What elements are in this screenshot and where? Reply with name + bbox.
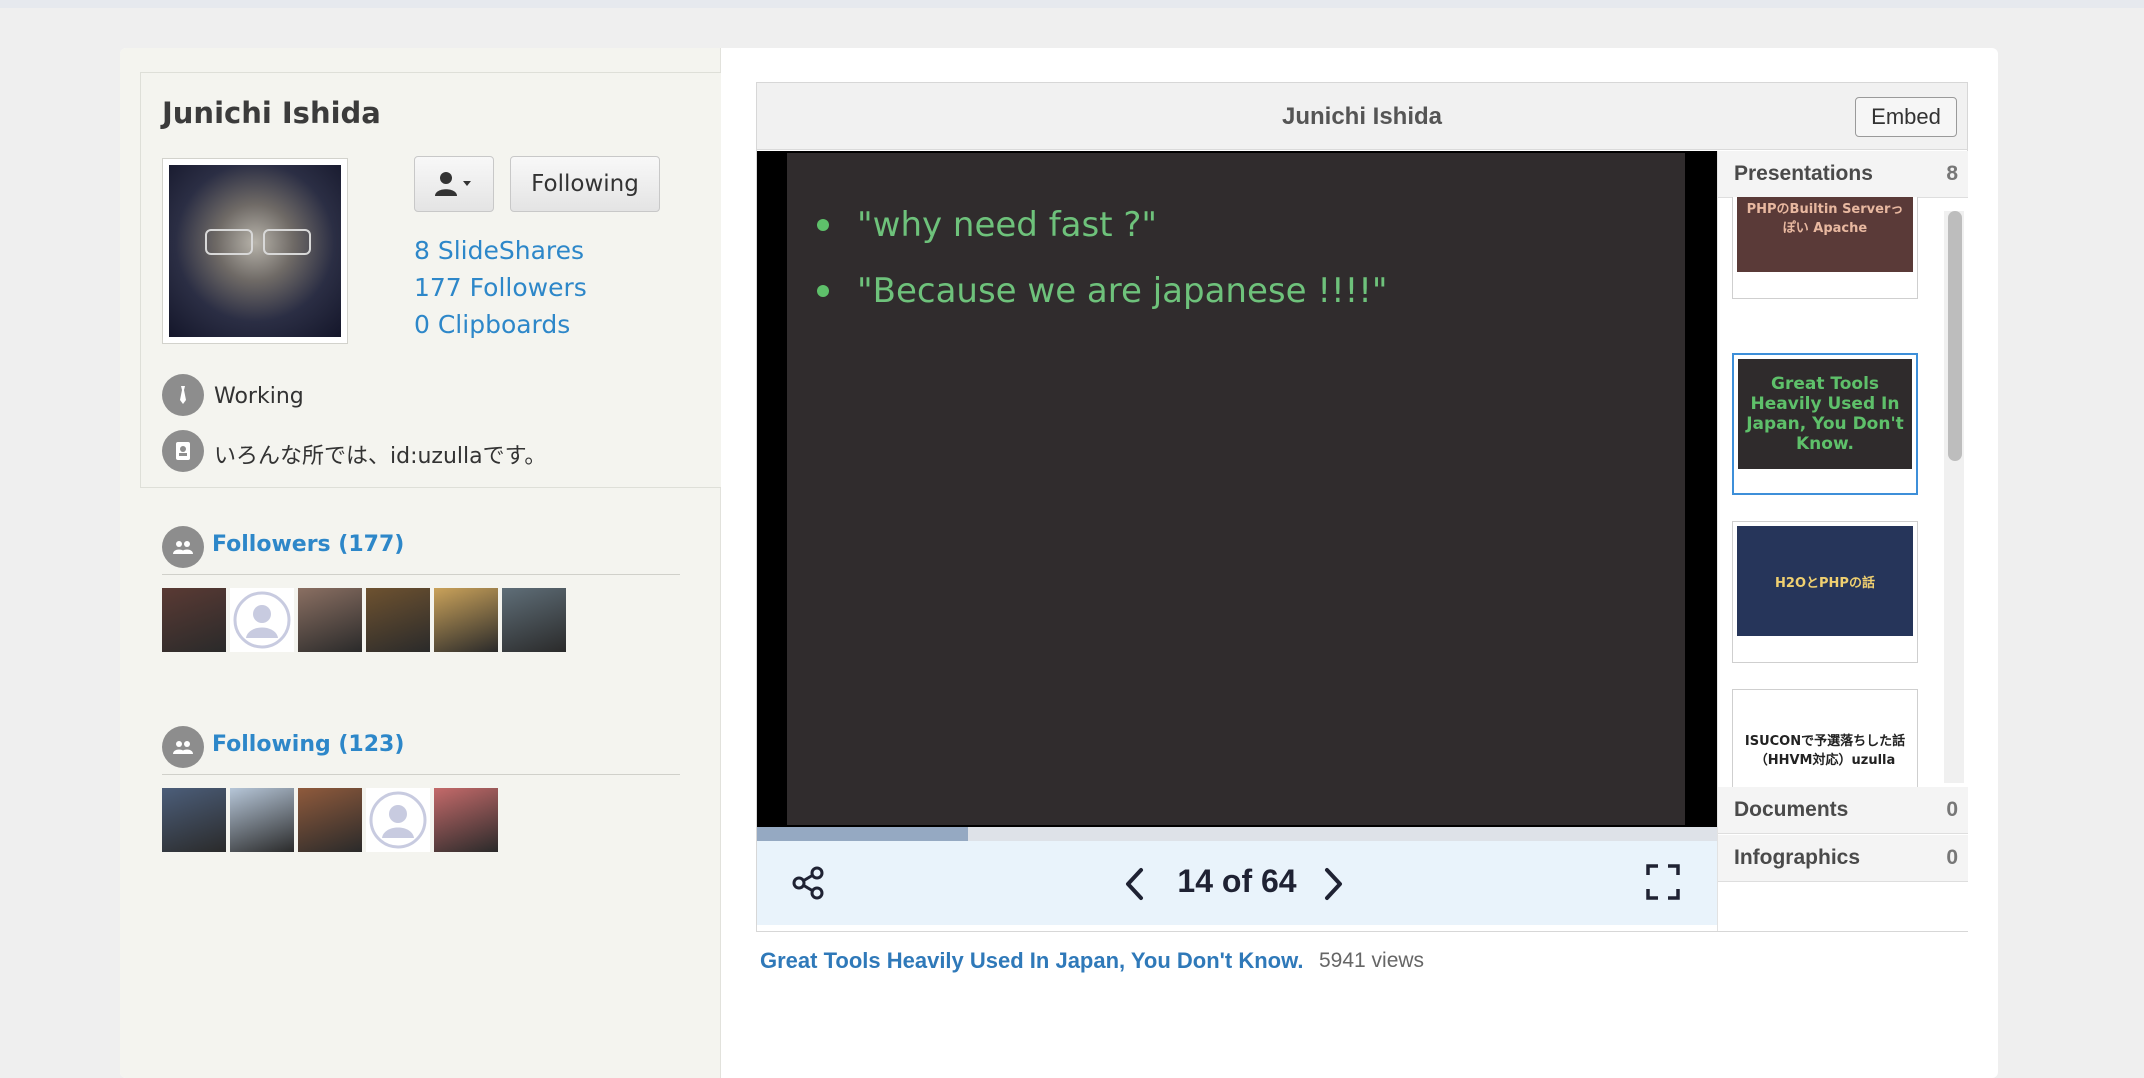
- presentation-thumbnail[interactable]: Great Tools Heavily Used In Japan, You D…: [1732, 353, 1918, 495]
- slideshares-link[interactable]: 8 SlideShares: [414, 232, 587, 269]
- top-bar: [0, 0, 2144, 8]
- work-status: Working: [214, 384, 304, 409]
- documents-label: Documents: [1734, 798, 1849, 821]
- user-avatar[interactable]: [366, 588, 430, 652]
- presentations-label: Presentations: [1734, 162, 1873, 185]
- tab-documents[interactable]: Documents 0: [1718, 787, 1968, 834]
- presentation-thumbnail[interactable]: ISUCONで予選落ちした話（HHVM対応）uzulla: [1732, 689, 1918, 787]
- user-menu-button[interactable]: [414, 156, 494, 212]
- current-slide: "why need fast ?" "Because we are japane…: [787, 153, 1685, 825]
- person-icon: [435, 172, 471, 196]
- page-indicator: 14 of 64: [1177, 863, 1297, 899]
- documents-count: 0: [1946, 798, 1958, 821]
- group-icon: [162, 726, 204, 768]
- view-count: 5941 views: [1319, 949, 1425, 972]
- infographics-count: 0: [1946, 846, 1958, 869]
- scrollbar-thumb[interactable]: [1948, 211, 1962, 461]
- presentations-list: PHPのBuiltin Serverっぽい Apache Great Tools …: [1718, 197, 1968, 787]
- caret-down-icon: [463, 181, 471, 186]
- followers-divider: [162, 574, 680, 575]
- user-avatar[interactable]: [502, 588, 566, 652]
- user-avatar[interactable]: [230, 788, 294, 852]
- player-header: Junichi Ishida Embed: [757, 83, 1967, 150]
- user-avatar[interactable]: [434, 788, 498, 852]
- slide-bullet: "why need fast ?": [816, 205, 1158, 245]
- user-avatar[interactable]: [434, 588, 498, 652]
- contact-card-icon: [162, 430, 204, 472]
- infographics-label: Infographics: [1734, 846, 1861, 869]
- following-button[interactable]: Following: [510, 156, 660, 212]
- user-avatar[interactable]: [298, 788, 362, 852]
- user-avatar[interactable]: [298, 588, 362, 652]
- following-divider: [162, 774, 680, 775]
- presentations-panel: Presentations 8 PHPのBuiltin Serverっぽい Ap…: [1717, 151, 1968, 931]
- user-avatar[interactable]: [366, 788, 430, 852]
- slideshow-player: Junichi Ishida Embed "why need fast ?" "…: [756, 82, 1968, 932]
- fullscreen-icon[interactable]: [1645, 863, 1681, 901]
- player-title: Junichi Ishida: [1281, 103, 1443, 130]
- profile-bio: いろんな所では、id:uzullaです。: [214, 444, 547, 469]
- user-avatar[interactable]: [162, 788, 226, 852]
- presentations-count: 8: [1946, 162, 1958, 185]
- slide-viewport[interactable]: "why need fast ?" "Because we are japane…: [757, 151, 1717, 827]
- presentation-thumbnail[interactable]: H2OとPHPの話: [1732, 521, 1918, 663]
- avatar[interactable]: [162, 158, 348, 344]
- profile-name: Junichi Ishida: [162, 96, 381, 130]
- following-avatars: [162, 788, 498, 852]
- user-avatar[interactable]: [230, 588, 294, 652]
- following-title[interactable]: Following (123): [212, 732, 404, 757]
- thumbnail-title: H2OとPHPの話: [1737, 526, 1913, 636]
- followers-avatars: [162, 588, 566, 652]
- thumbnail-title: Great Tools Heavily Used In Japan, You D…: [1738, 359, 1912, 469]
- progress-bar[interactable]: [757, 827, 1717, 841]
- thumbnail-title: PHPのBuiltin Serverっぽい Apache: [1737, 197, 1913, 272]
- presentation-thumbnail[interactable]: PHPのBuiltin Serverっぽい Apache: [1732, 197, 1918, 299]
- profile-sidebar: Junichi Ishida Following 8 SlideShares 1…: [120, 48, 721, 1078]
- tab-presentations[interactable]: Presentations 8: [1718, 151, 1968, 198]
- embed-button[interactable]: Embed: [1855, 97, 1957, 137]
- followers-link[interactable]: 177 Followers: [414, 269, 587, 306]
- group-icon: [162, 526, 204, 568]
- scrollbar[interactable]: [1944, 211, 1964, 783]
- player-controls: 14 of 64: [757, 841, 1717, 925]
- followers-title[interactable]: Followers (177): [212, 532, 404, 557]
- next-slide-icon[interactable]: [1321, 867, 1345, 901]
- thumbnail-title: ISUCONで予選落ちした話（HHVM対応）uzulla: [1737, 694, 1913, 787]
- profile-card: Junichi Ishida Following 8 SlideShares 1…: [120, 48, 1998, 1078]
- tie-icon: [162, 374, 204, 416]
- profile-stats: 8 SlideShares 177 Followers 0 Clipboards: [414, 232, 587, 343]
- clipboards-link[interactable]: 0 Clipboards: [414, 306, 587, 343]
- progress-fill: [757, 827, 969, 841]
- presentation-title-link[interactable]: Great Tools Heavily Used In Japan, You D…: [760, 948, 1304, 974]
- user-avatar[interactable]: [162, 588, 226, 652]
- slide-bullet: "Because we are japanese !!!!": [817, 271, 1388, 311]
- tab-infographics[interactable]: Infographics 0: [1718, 835, 1968, 882]
